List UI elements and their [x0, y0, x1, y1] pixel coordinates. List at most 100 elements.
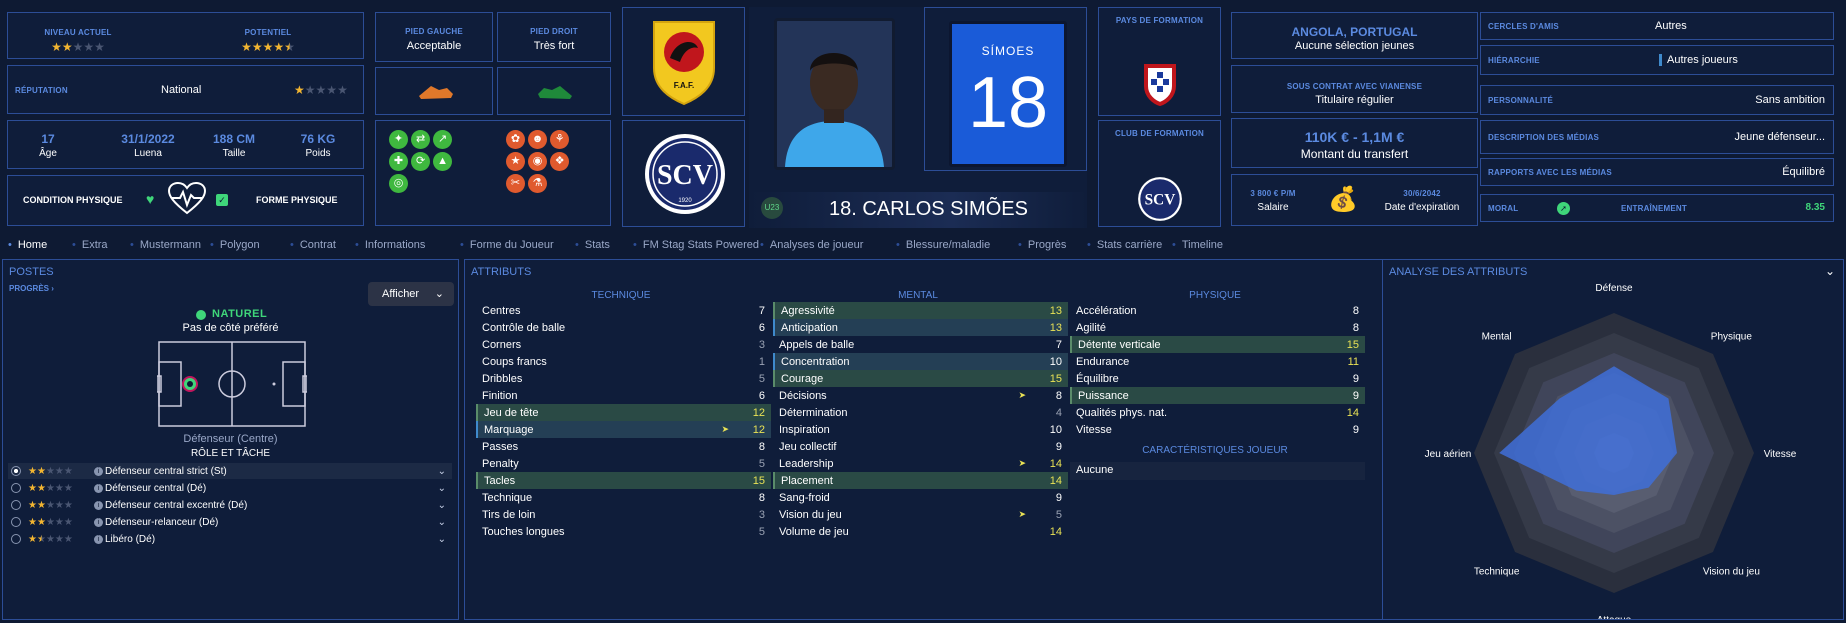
- attribute-row: Inspiration 10: [773, 421, 1068, 438]
- attribute-value: 6: [758, 389, 765, 402]
- trait-icon[interactable]: ✂: [506, 174, 525, 193]
- tab-informations[interactable]: Informations: [355, 239, 426, 251]
- expiry-value: 30/6/2042: [1403, 189, 1441, 198]
- trait-icon[interactable]: ✦: [389, 130, 408, 149]
- morale-icon: ➚: [1557, 202, 1570, 215]
- attribute-name: Sang-froid: [779, 491, 830, 504]
- attribute-value: 7: [758, 304, 765, 317]
- kit-number: 18: [967, 63, 1049, 143]
- attribute-value: 8: [1055, 389, 1062, 402]
- trait-icon[interactable]: ✿: [506, 130, 525, 149]
- info-icon[interactable]: i: [94, 534, 103, 544]
- joined-value: 31/1/2022: [121, 132, 175, 146]
- height-label: Taille: [222, 148, 246, 159]
- attribute-row: Contrôle de balle 6: [476, 319, 771, 336]
- attribute-name: Jeu collectif: [779, 440, 837, 453]
- tab-progr-s[interactable]: Progrès: [1018, 239, 1067, 251]
- tab-polygon[interactable]: Polygon: [210, 239, 260, 251]
- show-dropdown[interactable]: Afficher ⌄: [368, 282, 454, 306]
- attribute-row: Finition 6: [476, 387, 771, 404]
- target-icon[interactable]: ◉: [528, 152, 548, 171]
- attribute-row: Agressivité 13: [773, 302, 1068, 319]
- right-foot-label: PIED DROIT: [530, 27, 578, 36]
- current-level-label: NIVEAU ACTUEL: [44, 28, 112, 37]
- role-row[interactable]: ★★★★★ i Libéro (Dé) ⌄: [8, 531, 452, 547]
- tab-stats-carri-re[interactable]: Stats carrière: [1087, 239, 1162, 251]
- role-row[interactable]: ★★★★★ i Défenseur central (Dé) ⌄: [8, 480, 452, 496]
- radio-icon[interactable]: [11, 483, 21, 493]
- attribute-name: Marquage: [484, 423, 534, 436]
- arrow-icon: ➤: [1018, 458, 1026, 468]
- attributes-title: ATTRIBUTS: [471, 266, 532, 278]
- globe-icon[interactable]: ◎: [389, 174, 408, 193]
- radio-icon[interactable]: [11, 500, 21, 510]
- training-club-label: CLUB DE FORMATION: [1114, 129, 1205, 138]
- attribute-row: Placement 14: [773, 472, 1068, 489]
- contract-panel: SOUS CONTRAT AVEC VIANENSE Titulaire rég…: [1231, 65, 1478, 113]
- attribute-row: Volume de jeu 14: [773, 523, 1068, 540]
- tab-blessure-maladie[interactable]: Blessure/maladie: [896, 239, 990, 251]
- chevron-down-icon[interactable]: ⌄: [438, 500, 446, 511]
- boot-icon: [538, 86, 572, 99]
- trait-icon[interactable]: ☻: [528, 130, 548, 149]
- chevron-down-icon[interactable]: ⌄: [438, 483, 446, 494]
- media-relation-label: RAPPORTS AVEC LES MÉDIAS: [1488, 168, 1612, 177]
- trait-icon[interactable]: ❖: [550, 152, 570, 171]
- trait-icon[interactable]: ⚘: [550, 130, 570, 149]
- training-country-label: PAYS DE FORMATION: [1115, 16, 1204, 25]
- trait-icon[interactable]: ▲: [433, 152, 453, 171]
- trait-icon[interactable]: ✚: [389, 152, 408, 171]
- attribute-name: Concentration: [781, 355, 850, 368]
- media-relation-value: Équilibré: [1782, 166, 1825, 178]
- trait-icon[interactable]: ★: [506, 152, 525, 171]
- trait-icon[interactable]: ↗: [433, 130, 453, 149]
- role-row[interactable]: ★★★★★ i Défenseur central strict (St) ⌄: [8, 463, 452, 479]
- tab-fm-stag-stats-powered[interactable]: FM Stag Stats Powered: [633, 239, 759, 251]
- personality-label: PERSONNALITÉ: [1488, 96, 1554, 105]
- role-row[interactable]: ★★★★★ i Défenseur central excentré (Dé) ⌄: [8, 497, 452, 513]
- radar-axis-label: Technique: [1474, 566, 1520, 577]
- attribute-value: 10: [1049, 423, 1062, 436]
- tab-analyses-de-joueur[interactable]: Analyses de joueur: [760, 239, 864, 251]
- attribute-name: Dribbles: [482, 372, 523, 385]
- tab-home[interactable]: Home: [8, 239, 47, 251]
- attribute-name: Placement: [781, 474, 833, 487]
- tab-contrat[interactable]: Contrat: [290, 239, 336, 251]
- info-icon[interactable]: i: [94, 483, 103, 493]
- personality-value: Sans ambition: [1755, 94, 1825, 106]
- info-icon[interactable]: i: [94, 466, 103, 476]
- progress-link[interactable]: PROGRÈS ›: [9, 284, 54, 293]
- chevron-down-icon[interactable]: ⌄: [438, 534, 446, 545]
- attribute-value: 14: [1346, 406, 1359, 419]
- attribute-value: 3: [758, 338, 765, 351]
- tab-forme-du-joueur[interactable]: Forme du Joueur: [460, 239, 554, 251]
- attribute-value: 5: [758, 525, 765, 538]
- trait-icon[interactable]: ⚗: [528, 174, 548, 193]
- tab-stats[interactable]: Stats: [575, 239, 610, 251]
- attribute-row: Accélération 8: [1070, 302, 1365, 319]
- tab-timeline[interactable]: Timeline: [1172, 239, 1223, 251]
- attribute-row: Équilibre 9: [1070, 370, 1365, 387]
- attribute-value: 9: [1055, 440, 1062, 453]
- trait-icon[interactable]: ⟳: [411, 152, 431, 171]
- role-name: Défenseur central strict (St): [105, 465, 227, 477]
- attribute-row: Jeu de tête 12: [476, 404, 771, 421]
- radio-icon[interactable]: [11, 466, 21, 476]
- radio-icon[interactable]: [11, 517, 21, 527]
- height-value: 188 CM: [212, 132, 256, 146]
- salary-label: Salaire: [1257, 202, 1289, 213]
- role-stars: ★★★★★: [28, 465, 73, 477]
- info-icon[interactable]: i: [94, 517, 103, 527]
- chevron-down-icon[interactable]: ⌄: [438, 466, 446, 477]
- info-icon[interactable]: i: [94, 500, 103, 510]
- attribute-name: Endurance: [1076, 355, 1130, 368]
- role-row[interactable]: ★★★★★ i Défenseur-relanceur (Dé) ⌄: [8, 514, 452, 530]
- trait-icon[interactable]: ⇄: [411, 130, 431, 149]
- positions-title: POSTES: [9, 266, 54, 278]
- radio-icon[interactable]: [11, 534, 21, 544]
- tab-extra[interactable]: Extra: [72, 239, 108, 251]
- chevron-down-icon[interactable]: ⌄: [438, 517, 446, 528]
- natural-dot-icon: [196, 310, 206, 320]
- tab-mustermann[interactable]: Mustermann: [130, 239, 201, 251]
- portugal-crest: [1144, 64, 1176, 106]
